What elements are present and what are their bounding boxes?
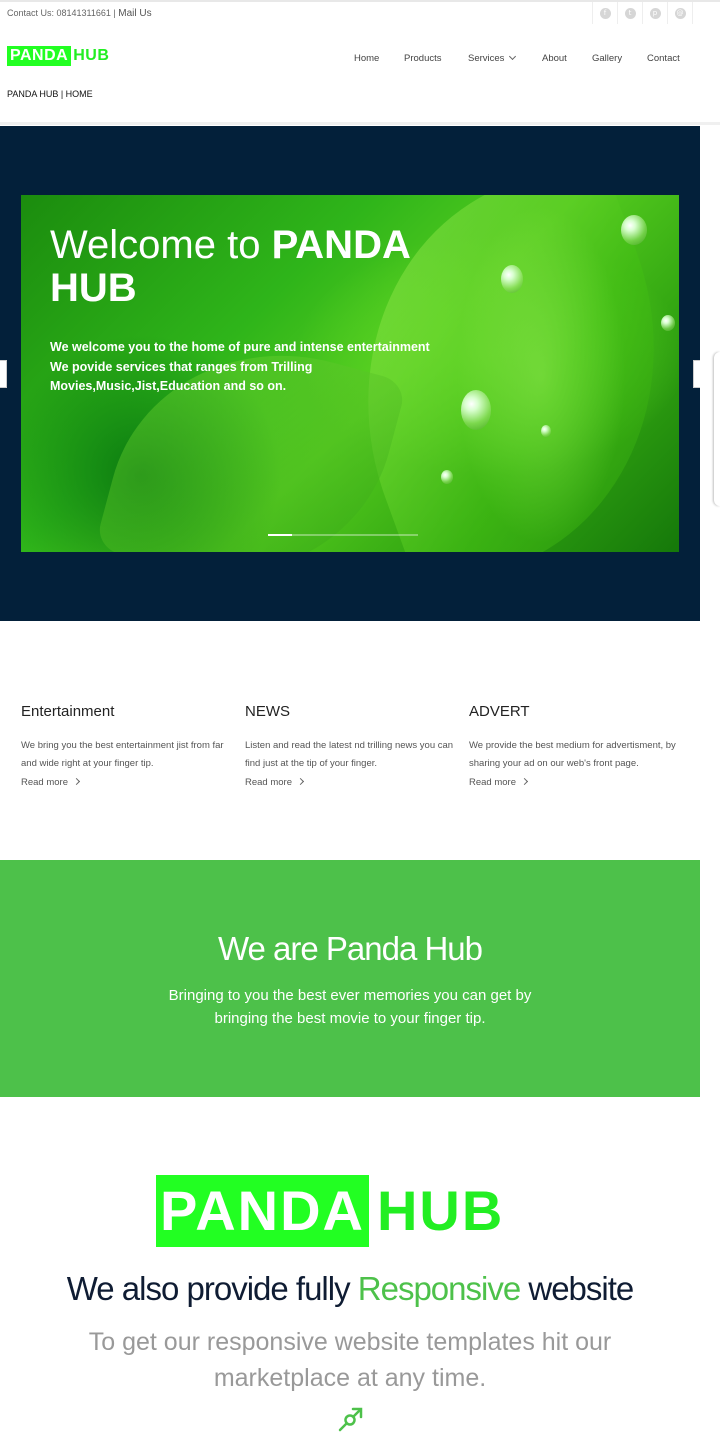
nav-products[interactable]: Products bbox=[404, 53, 442, 64]
read-more-label: Read more bbox=[245, 777, 292, 788]
email-icon: @ bbox=[674, 7, 686, 19]
responsive-heading-after: website bbox=[528, 1270, 634, 1307]
slider-prev-button[interactable] bbox=[0, 360, 7, 388]
hero-heading-plain: Welcome to bbox=[50, 223, 261, 267]
nav-services-label: Services bbox=[468, 53, 505, 64]
feature-title: Entertainment bbox=[21, 703, 115, 720]
chevron-right-icon bbox=[520, 777, 529, 786]
read-more-link[interactable]: Read more bbox=[21, 777, 235, 788]
feature-text: Listen and read the latest nd trilling n… bbox=[245, 740, 454, 769]
hero-slider: Welcome to PANDA HUB We welcome you to t… bbox=[0, 126, 700, 621]
hero-slide: Welcome to PANDA HUB We welcome you to t… bbox=[21, 195, 679, 552]
about-heading: We are Panda Hub bbox=[217, 930, 483, 967]
header-divider bbox=[0, 122, 720, 125]
responsive-heading: We also provide fully Responsive website bbox=[0, 1270, 700, 1308]
social-links: f t p @ bbox=[592, 2, 693, 24]
water-drop bbox=[501, 265, 523, 293]
slide-progress-active bbox=[268, 534, 292, 536]
feature-news: NEWS Listen and read the latest nd trill… bbox=[245, 703, 459, 788]
hero-line: We welcome you to the home of pure and i… bbox=[50, 340, 430, 354]
twitter-link[interactable]: t bbox=[617, 2, 642, 24]
about-text: Bringing to you the best ever memories y… bbox=[168, 987, 532, 1027]
side-panel-tab[interactable] bbox=[714, 352, 720, 506]
facebook-link[interactable]: f bbox=[592, 2, 617, 24]
footer-logo: PANDA HUB bbox=[156, 1175, 512, 1247]
nav-gallery[interactable]: Gallery bbox=[592, 53, 622, 64]
read-more-link[interactable]: Read more bbox=[469, 777, 683, 788]
responsive-heading-before: We also provide fully bbox=[66, 1270, 351, 1307]
main-nav: Home Products Services About Gallery Con… bbox=[0, 52, 720, 67]
read-more-label: Read more bbox=[469, 777, 516, 788]
hero-text: We welcome you to the home of pure and i… bbox=[50, 338, 470, 397]
nav-home[interactable]: Home bbox=[354, 53, 379, 64]
feature-title: ADVERT bbox=[469, 703, 530, 720]
contact-bar: Contact Us: 08141311661 | Mail Us bbox=[7, 8, 152, 19]
feature-text: We bring you the best entertainment jist… bbox=[21, 740, 224, 769]
chevron-right-icon bbox=[72, 777, 81, 786]
connection-icon bbox=[338, 1407, 363, 1432]
hero-heading: Welcome to PANDA HUB bbox=[50, 224, 450, 310]
facebook-icon: f bbox=[599, 7, 611, 19]
pinterest-link[interactable]: p bbox=[642, 2, 667, 24]
about-band: We are Panda Hub Bringing to you the bes… bbox=[0, 860, 700, 1097]
nav-contact[interactable]: Contact bbox=[647, 53, 680, 64]
slide-progress bbox=[268, 534, 418, 536]
breadcrumb: PANDA HUB | HOME bbox=[7, 89, 93, 99]
read-more-link[interactable]: Read more bbox=[245, 777, 459, 788]
feature-title: NEWS bbox=[245, 703, 290, 720]
contact-text: Contact Us: 08141311661 | bbox=[7, 8, 116, 18]
responsive-highlight: Responsive bbox=[357, 1270, 521, 1307]
water-drop bbox=[441, 470, 453, 484]
chevron-down-icon bbox=[509, 52, 517, 61]
feature-advert: ADVERT We provide the best medium for ad… bbox=[469, 703, 683, 788]
water-drop bbox=[621, 215, 647, 245]
water-drop bbox=[661, 315, 675, 331]
read-more-label: Read more bbox=[21, 777, 68, 788]
hero-line: Movies,Music,Jist,Education and so on. bbox=[50, 379, 287, 393]
water-drop bbox=[541, 425, 551, 437]
twitter-icon: t bbox=[624, 7, 636, 19]
mail-us-link[interactable]: Mail Us bbox=[118, 8, 151, 19]
chevron-right-icon bbox=[296, 777, 305, 786]
nav-services[interactable]: Services bbox=[468, 52, 517, 64]
slider-next-button[interactable] bbox=[693, 360, 700, 388]
feature-text: We provide the best medium for advertism… bbox=[469, 740, 676, 769]
logo-part-panda: PANDA bbox=[156, 1175, 369, 1247]
feature-entertainment: Entertainment We bring you the best ente… bbox=[21, 703, 235, 788]
nav-about[interactable]: About bbox=[542, 53, 567, 64]
responsive-subtext: To get our responsive website templates … bbox=[88, 1328, 612, 1392]
hero-line: We povide services that ranges from Tril… bbox=[50, 359, 313, 374]
pinterest-icon: p bbox=[649, 7, 661, 19]
logo-part-hub: HUB bbox=[376, 1179, 505, 1242]
email-link[interactable]: @ bbox=[667, 2, 693, 24]
